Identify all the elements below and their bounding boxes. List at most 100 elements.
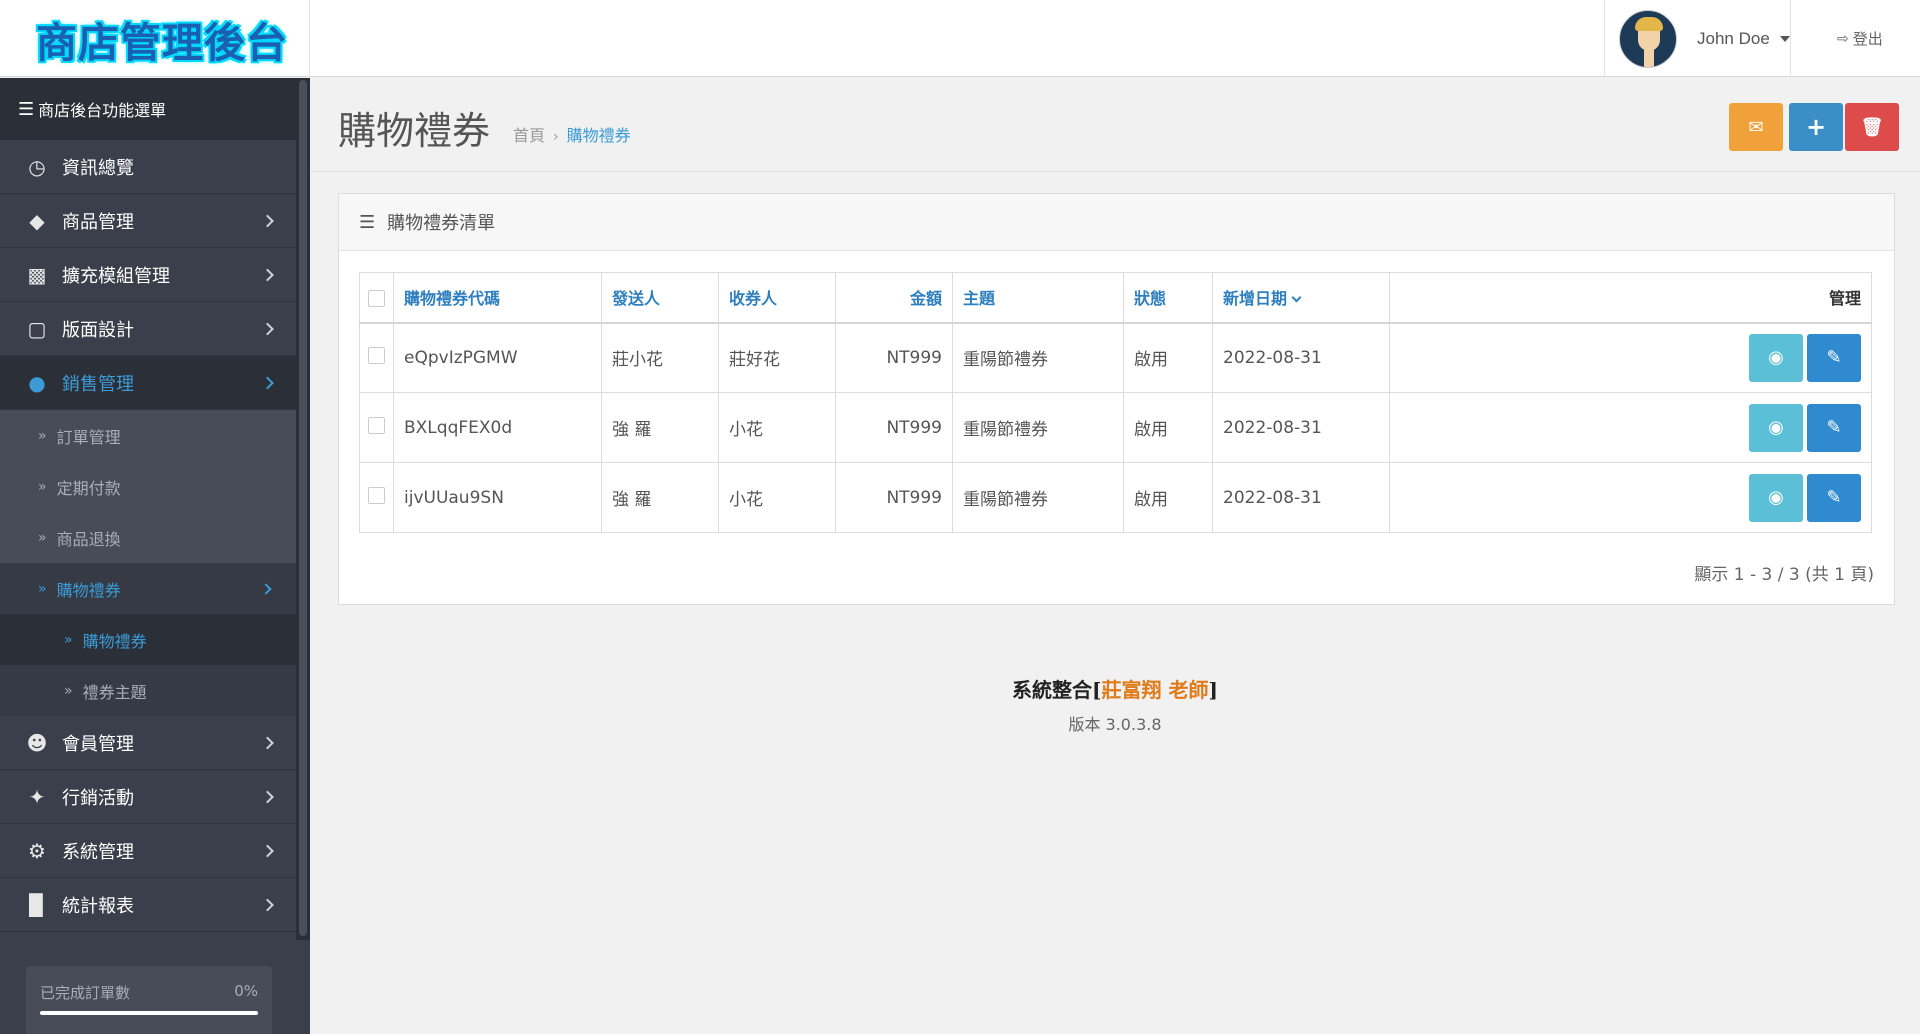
view-button[interactable]: ◉ — [1749, 403, 1803, 452]
panel-header: ☰ 購物禮券清單 — [339, 194, 1894, 251]
user-menu[interactable]: John Doe — [1604, 0, 1790, 77]
col-code[interactable]: 購物禮券代碼 — [393, 272, 602, 324]
subitem-label: 訂單管理 — [56, 427, 121, 447]
cell-receiver: 小花 — [718, 462, 836, 533]
sidebar: ☰ 商店後台功能選單 ◷ 資訊總覽 ◆ 商品管理 ▩ 擴充模組管理 ▢ 版面設計… — [0, 78, 310, 1034]
sidebar-item-dashboard[interactable]: ◷ 資訊總覽 — [0, 140, 296, 194]
sidebar-item-reports[interactable]: ▉ 統計報表 — [0, 878, 296, 932]
footer-version: 版本 3.0.3.8 — [1068, 715, 1162, 734]
chevron-right-icon — [261, 844, 274, 857]
dashboard-icon: ◷ — [28, 154, 46, 179]
col-sender[interactable]: 發送人 — [601, 272, 719, 324]
plus-icon: + — [1805, 113, 1827, 141]
sidebar-subitem-coupon-themes[interactable]: » 禮券主題 — [0, 665, 296, 716]
edit-button[interactable]: ✎ — [1807, 333, 1861, 382]
footer-suffix: ] — [1208, 678, 1218, 702]
sidebar-item-sales[interactable]: ● 銷售管理 — [0, 356, 296, 410]
cell-code: eQpvIzPGMW — [393, 322, 602, 393]
col-date[interactable]: 新增日期 — [1212, 272, 1390, 324]
cell-amount: NT999 — [835, 462, 953, 533]
subitem-label: 禮券主題 — [82, 682, 147, 702]
bar-chart-icon: ▉ — [29, 892, 45, 917]
cell-theme: 重陽節禮券 — [952, 462, 1124, 533]
share-icon: ✦ — [28, 784, 46, 809]
sidebar-subitem-orders[interactable]: » 訂單管理 — [0, 410, 296, 461]
sidebar-subitem-coupons[interactable]: » 購物禮券 — [0, 563, 296, 614]
sidebar-item-label: 商品管理 — [62, 211, 134, 233]
user-name: John Doe — [1697, 28, 1770, 48]
cell-date: 2022-08-31 — [1212, 392, 1390, 463]
cell-theme: 重陽節禮券 — [952, 392, 1124, 463]
row-checkbox[interactable] — [368, 416, 385, 434]
edit-button[interactable]: ✎ — [1807, 403, 1861, 452]
avatar — [1619, 9, 1677, 68]
col-receiver[interactable]: 收券人 — [718, 272, 836, 324]
add-button[interactable]: + — [1789, 103, 1843, 151]
view-button[interactable]: ◉ — [1749, 473, 1803, 522]
double-chevron-icon: » — [64, 631, 73, 648]
chevron-right-icon — [261, 376, 274, 389]
row-checkbox[interactable] — [368, 486, 385, 504]
table-row: ijvUUau9SN 強 羅 小花 NT999 重陽節禮券 啟用 2022-08… — [359, 462, 1872, 533]
chevron-right-icon — [261, 898, 274, 911]
sidebar-title-label: 商店後台功能選單 — [38, 101, 167, 120]
sidebar-item-label: 銷售管理 — [62, 373, 134, 395]
coupon-table: 購物禮券代碼 發送人 收券人 金額 主題 狀態 新增日期 管理 eQpvIzPG… — [359, 272, 1872, 533]
sidebar-subitem-coupon-list[interactable]: » 購物禮券 — [0, 614, 296, 665]
gear-icon: ⚙ — [28, 838, 46, 863]
col-date-label: 新增日期 — [1223, 289, 1288, 309]
monitor-icon: ▢ — [27, 316, 47, 341]
sidebar-scrollbar[interactable] — [296, 78, 310, 940]
sidebar-item-label: 行銷活動 — [62, 787, 134, 809]
chevron-right-icon — [261, 736, 274, 749]
eye-icon: ◉ — [1768, 347, 1784, 369]
tags-icon: ◆ — [29, 208, 45, 233]
select-all-checkbox[interactable] — [368, 289, 385, 307]
col-status[interactable]: 狀態 — [1123, 272, 1213, 324]
subitem-label: 購物禮券 — [56, 580, 121, 600]
sidebar-subitem-recurring[interactable]: » 定期付款 — [0, 461, 296, 512]
page-title: 購物禮券 — [338, 109, 491, 153]
logo[interactable]: 商店管理後台 — [0, 0, 310, 77]
puzzle-icon: ▩ — [27, 262, 47, 287]
chevron-right-icon — [261, 214, 274, 227]
sidebar-title[interactable]: ☰ 商店後台功能選單 — [0, 78, 310, 140]
main-content: 購物禮券 首頁 › 購物禮券 ✉ + 🗑 ☰ 購物禮券清單 購物禮券代碼 發送人 收… — [310, 78, 1920, 1034]
cell-actions: ◉ ✎ — [1389, 322, 1872, 393]
list-icon: ☰ — [359, 211, 376, 233]
breadcrumb-current[interactable]: 購物禮券 — [567, 126, 631, 145]
completed-orders-progress — [40, 1011, 258, 1015]
edit-button[interactable]: ✎ — [1807, 473, 1861, 522]
sidebar-subitem-returns[interactable]: » 商品退換 — [0, 512, 296, 563]
delete-button[interactable]: 🗑 — [1845, 103, 1899, 151]
subitem-label: 定期付款 — [56, 478, 121, 498]
cell-sender: 強 羅 — [601, 462, 719, 533]
panel-title: 購物禮券清單 — [387, 213, 496, 234]
sidebar-item-products[interactable]: ◆ 商品管理 — [0, 194, 296, 248]
row-checkbox[interactable] — [368, 347, 385, 364]
send-email-button[interactable]: ✉ — [1729, 103, 1783, 151]
sidebar-item-marketing[interactable]: ✦ 行銷活動 — [0, 770, 296, 824]
sidebar-item-label: 版面設計 — [62, 319, 134, 341]
sidebar-item-modules[interactable]: ▩ 擴充模組管理 — [0, 248, 296, 302]
eye-icon: ◉ — [1768, 487, 1784, 508]
row-select-cell — [359, 322, 394, 393]
view-button[interactable]: ◉ — [1749, 333, 1803, 382]
sidebar-item-system[interactable]: ⚙ 系統管理 — [0, 824, 296, 878]
cell-sender: 強 羅 — [601, 392, 719, 463]
chevron-down-icon — [1779, 35, 1790, 42]
coupon-submenu: » 購物禮券 » 禮券主題 — [0, 614, 310, 716]
breadcrumb-separator-icon: › — [553, 129, 559, 145]
breadcrumb-home[interactable]: 首頁 — [513, 126, 545, 145]
pencil-icon: ✎ — [1826, 487, 1842, 508]
sidebar-item-label: 統計報表 — [62, 895, 134, 917]
sidebar-item-layout[interactable]: ▢ 版面設計 — [0, 302, 296, 356]
col-amount[interactable]: 金額 — [835, 272, 953, 324]
sidebar-item-label: 會員管理 — [62, 733, 134, 755]
sidebar-item-label: 擴充模組管理 — [62, 265, 170, 287]
sidebar-item-members[interactable]: ☻ 會員管理 — [0, 716, 296, 770]
col-theme[interactable]: 主題 — [952, 272, 1124, 324]
footer-prefix: 系統整合[ — [1012, 678, 1102, 702]
double-chevron-icon: » — [38, 529, 47, 546]
logout-button[interactable]: ⇨ 登出 — [1790, 0, 1920, 77]
